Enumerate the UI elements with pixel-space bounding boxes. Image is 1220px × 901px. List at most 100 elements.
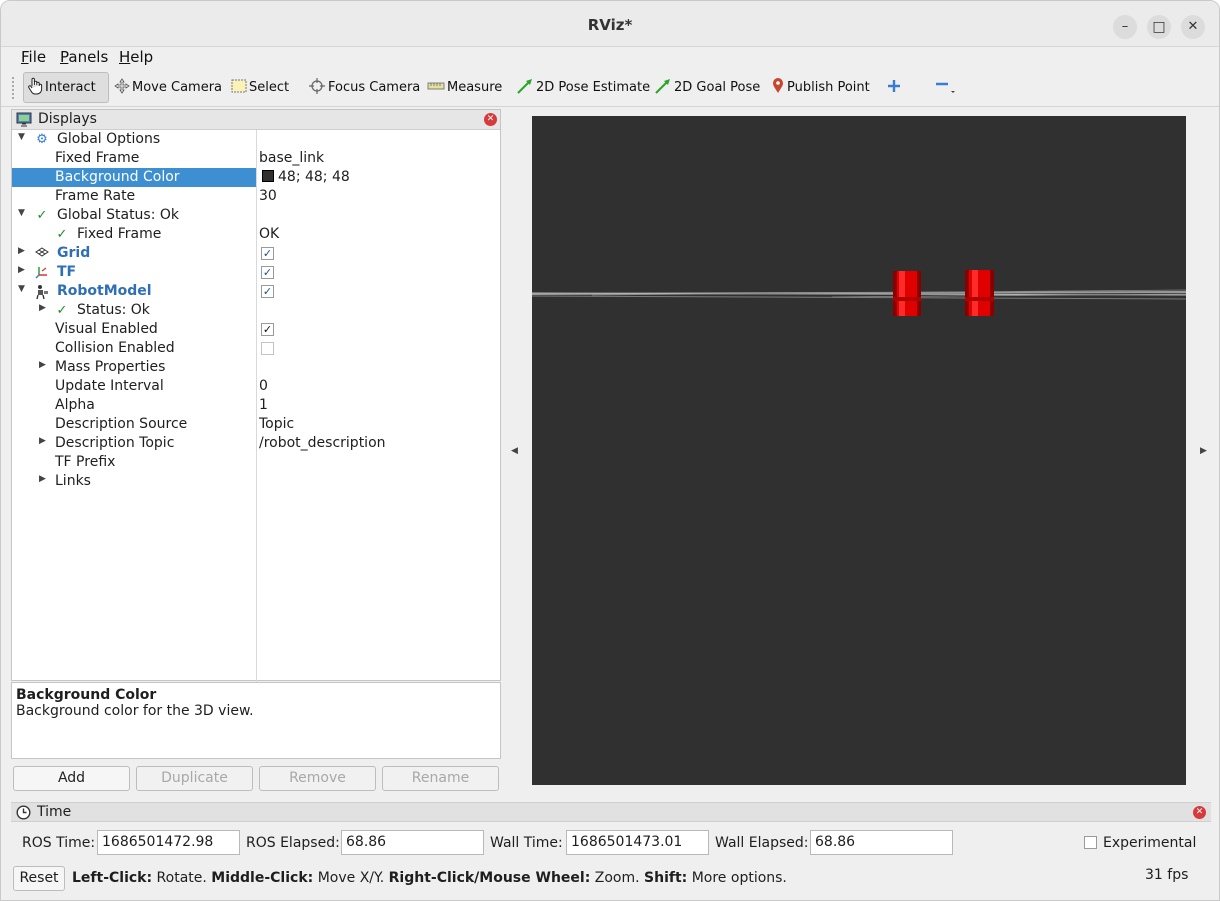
tree-row-label: Background Color: [12, 168, 256, 187]
tool-2d-pose-estimate[interactable]: 2D Pose Estimate: [513, 72, 653, 103]
menu-file[interactable]: File: [21, 48, 46, 66]
time-panel-close-icon[interactable]: ✕: [1193, 806, 1206, 819]
tree-row-global-options[interactable]: ▼ ⚙ Global Options: [12, 130, 500, 149]
description-source-value[interactable]: Topic: [259, 415, 294, 434]
tree-row-description-topic[interactable]: ▶ Description Topic /robot_description: [12, 434, 500, 453]
expand-arrow-icon[interactable]: ▼: [18, 208, 25, 218]
tool-interact[interactable]: Interact: [23, 72, 109, 103]
frame-rate-value[interactable]: 30: [259, 187, 277, 206]
tree-row-visual-enabled[interactable]: Visual Enabled ✓: [12, 320, 500, 339]
minimize-button[interactable]: –: [1113, 15, 1137, 39]
maximize-button[interactable]: □: [1147, 15, 1171, 39]
tree-row-grid[interactable]: ▶ Grid ✓: [12, 244, 500, 263]
menu-help-rest: elp: [130, 48, 154, 66]
move-camera-icon: [114, 77, 130, 98]
select-icon: [231, 79, 247, 97]
duplicate-display-button[interactable]: Duplicate: [136, 766, 253, 791]
fixed-frame-value[interactable]: base_link: [259, 149, 324, 168]
rviz-window: RViz* – □ ✕ File Panels Help Interact Mo…: [0, 0, 1220, 901]
hand-icon: [27, 77, 43, 99]
toolbar-grip[interactable]: [12, 77, 16, 99]
tree-row-label: Global Status: Ok: [57, 207, 180, 223]
green-arrow-icon: [516, 78, 534, 98]
collision-enabled-checkbox[interactable]: [261, 342, 274, 355]
expand-arrow-icon[interactable]: ▶: [18, 265, 25, 275]
ros-elapsed-field[interactable]: 68.86: [341, 830, 484, 855]
tool-publish-point[interactable]: Publish Point: [768, 72, 873, 103]
tree-row-tf-prefix[interactable]: TF Prefix: [12, 453, 500, 472]
remove-tool-button[interactable]: [931, 72, 959, 103]
tree-row-fixed-frame[interactable]: Fixed Frame base_link: [12, 149, 500, 168]
remove-display-button[interactable]: Remove: [259, 766, 376, 791]
expand-arrow-icon[interactable]: ▼: [18, 284, 25, 294]
tree-row-robotmodel[interactable]: ▼ RobotModel ✓: [12, 282, 500, 301]
minus-icon: [934, 77, 956, 99]
tool-2d-goal-pose[interactable]: 2D Goal Pose: [651, 72, 763, 103]
robotmodel-enabled-checkbox[interactable]: ✓: [261, 285, 274, 298]
add-tool-button[interactable]: [884, 72, 904, 103]
tool-focus-camera[interactable]: Focus Camera: [305, 72, 423, 103]
update-interval-value[interactable]: 0: [259, 377, 268, 396]
checkmark-icon: ✓: [56, 227, 68, 242]
tree-row-links[interactable]: ▶ Links: [12, 472, 500, 491]
tree-row-update-interval[interactable]: Update Interval 0: [12, 377, 500, 396]
wall-elapsed-field[interactable]: 68.86: [810, 830, 953, 855]
experimental-label: Experimental: [1103, 835, 1197, 851]
tree-row-description-source[interactable]: Description Source Topic: [12, 415, 500, 434]
tree-row-label: Links: [55, 473, 91, 489]
tool-measure[interactable]: Measure: [424, 72, 505, 103]
tree-row-label: Fixed Frame: [55, 150, 140, 166]
tree-row-status-fixed-frame[interactable]: ✓ Fixed Frame OK: [12, 225, 500, 244]
tool-select[interactable]: Select: [228, 72, 292, 103]
displays-close-icon[interactable]: ✕: [484, 113, 497, 126]
expand-arrow-icon[interactable]: ▶: [39, 303, 46, 313]
reset-button[interactable]: Reset: [13, 866, 65, 891]
expand-arrow-icon[interactable]: ▶: [39, 436, 46, 446]
tool-select-label: Select: [249, 80, 290, 95]
grid-enabled-checkbox[interactable]: ✓: [261, 247, 274, 260]
hint-key: Middle-Click:: [211, 870, 314, 886]
wall-time-field[interactable]: 1686501473.01: [566, 830, 709, 855]
grid-plane: [532, 289, 1186, 300]
expand-arrow-icon[interactable]: ▼: [18, 132, 25, 142]
monitor-icon: [16, 112, 32, 131]
tree-row-robot-status[interactable]: ▶ ✓ Status: Ok: [12, 301, 500, 320]
tree-row-frame-rate[interactable]: Frame Rate 30: [12, 187, 500, 206]
description-topic-value[interactable]: /robot_description: [259, 434, 386, 453]
tool-move-camera[interactable]: Move Camera: [111, 72, 225, 103]
tree-row-background-color[interactable]: Background Color 48; 48; 48: [12, 168, 500, 187]
tf-enabled-checkbox[interactable]: ✓: [261, 266, 274, 279]
add-display-button[interactable]: Add: [13, 766, 130, 791]
tree-row-mass-properties[interactable]: ▶ Mass Properties: [12, 358, 500, 377]
tree-row-label: Global Options: [57, 131, 161, 147]
expand-arrow-icon[interactable]: ▶: [18, 246, 25, 256]
experimental-checkbox[interactable]: [1084, 836, 1097, 849]
collapse-right-icon[interactable]: ▶: [1200, 446, 1207, 456]
close-button[interactable]: ✕: [1181, 15, 1205, 39]
visual-enabled-checkbox[interactable]: ✓: [261, 323, 274, 336]
collapse-left-icon[interactable]: ◀: [511, 446, 518, 456]
alpha-value[interactable]: 1: [259, 396, 268, 415]
hint-key: Right-Click/Mouse Wheel:: [388, 870, 591, 886]
menu-panels[interactable]: Panels: [60, 48, 108, 66]
status-fixed-frame-value: OK: [259, 226, 280, 242]
tree-row-label: Mass Properties: [55, 359, 166, 375]
grid-icon: [34, 246, 50, 262]
tree-row-alpha[interactable]: Alpha 1: [12, 396, 500, 415]
render-view-3d[interactable]: [532, 116, 1186, 785]
left-wheel: [893, 271, 921, 316]
tree-row-label: RobotModel: [57, 283, 152, 299]
expand-arrow-icon[interactable]: ▶: [39, 360, 46, 370]
rename-display-button[interactable]: Rename: [382, 766, 499, 791]
expand-arrow-icon[interactable]: ▶: [39, 474, 46, 484]
ros-time-field[interactable]: 1686501472.98: [97, 830, 240, 855]
background-color-value[interactable]: 48; 48; 48: [258, 168, 350, 187]
tree-row-tf[interactable]: ▶ TF ✓: [12, 263, 500, 282]
menu-help[interactable]: Help: [119, 48, 153, 66]
tool-bar: Interact Move Camera Select Focus Camera…: [1, 69, 1219, 107]
tree-row-collision-enabled[interactable]: Collision Enabled: [12, 339, 500, 358]
displays-panel: Displays ✕ ▼ ⚙ Global Options Fixed Fram…: [11, 109, 501, 682]
view-controls-hint: Left-Click: Rotate. Middle-Click: Move X…: [72, 870, 787, 886]
tree-row-global-status[interactable]: ▼ ✓ Global Status: Ok: [12, 206, 500, 225]
hint-text: Zoom.: [590, 870, 645, 886]
